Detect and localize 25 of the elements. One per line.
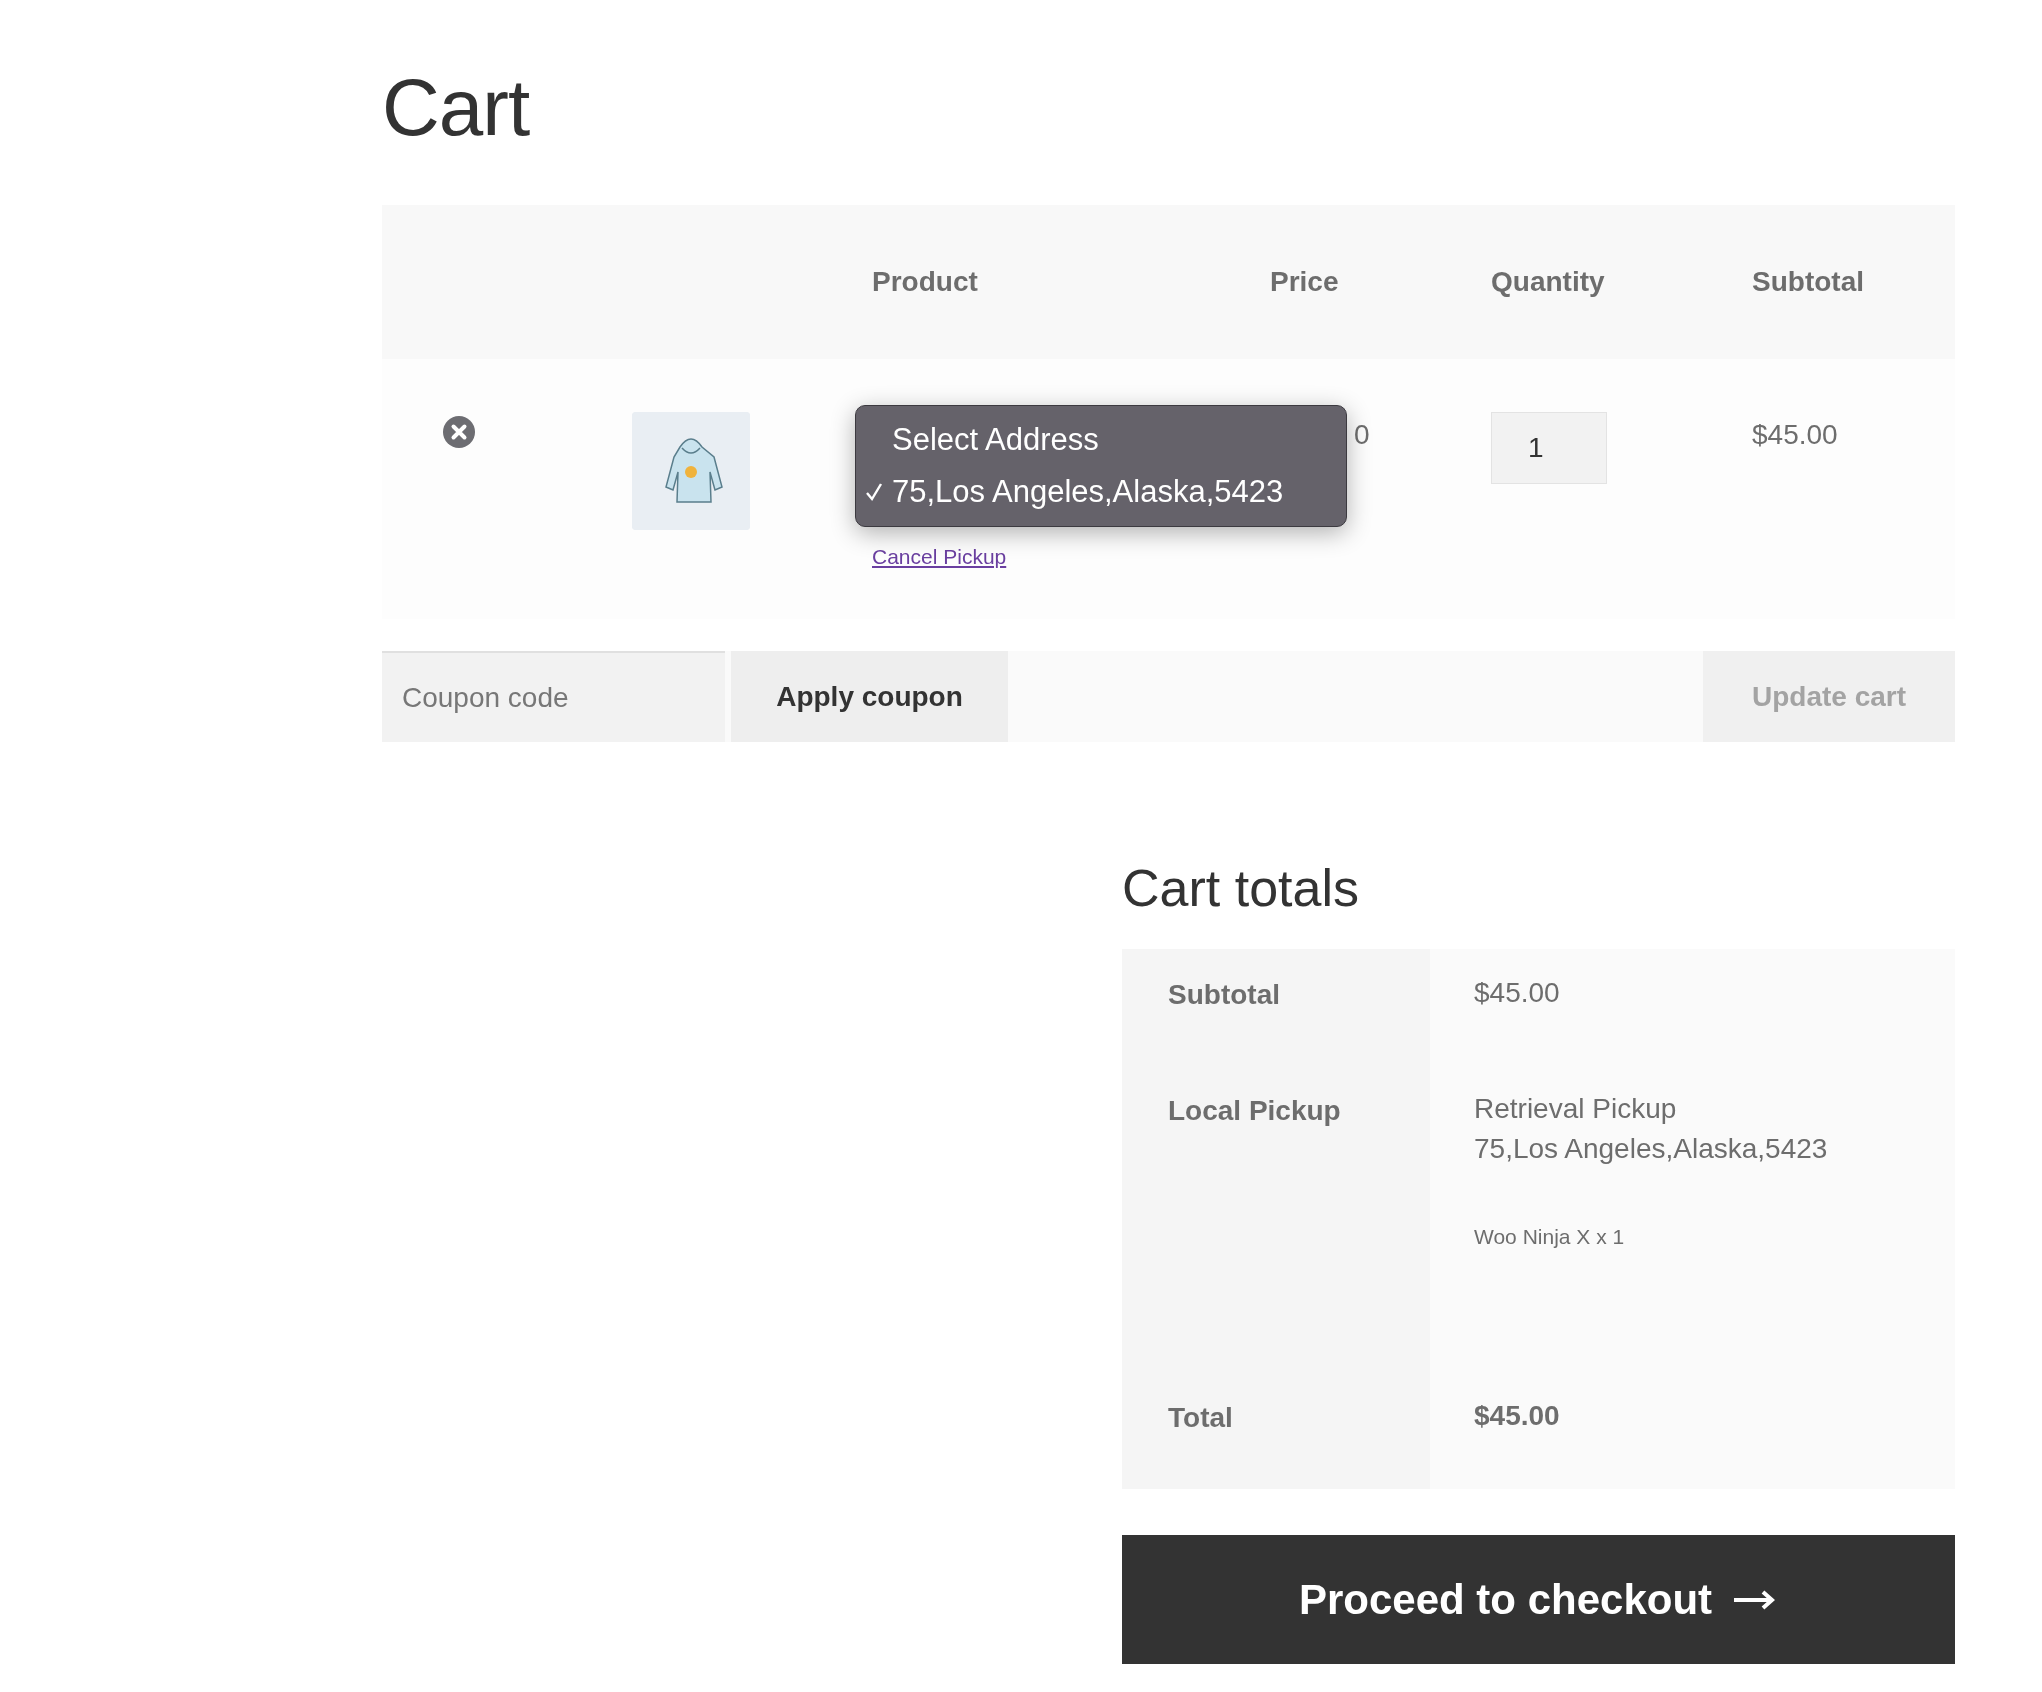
column-header: Subtotal [1752,266,1865,298]
apply-coupon-button[interactable]: Apply coupon [731,651,1008,742]
cancel-pickup-link[interactable]: Cancel Pickup [872,545,1007,569]
quantity-field[interactable]: 1 [1491,412,1607,484]
page-title: Cart [382,68,531,148]
column-header: Quantity [1491,266,1606,298]
totals-value: $45.00 [1474,976,1560,1011]
checkout-button[interactable]: Proceed to checkout [1122,1535,1955,1665]
column-header: Price [1270,266,1340,298]
address-option[interactable]: Select Address [856,414,1346,466]
totals-label: Subtotal [1168,979,1280,1011]
cart-totals-heading: Cart totals [1122,860,1360,918]
subtotal-text: $45.00 [1752,419,1838,450]
totals-label: Total [1168,1402,1233,1434]
price-text: 0 [1353,419,1370,450]
totals-label: Local Pickup [1168,1095,1341,1127]
totals-value: Retrieval Pickup [1474,1092,1677,1127]
checkmark-icon [865,482,883,502]
totals-value: 75,Los Angeles,Alaska,5423 [1474,1132,1828,1167]
address-option[interactable]: 75,Los Angeles,Alaska,5423 [856,466,1346,518]
item-note: Woo Ninja X x 1 [1474,1224,1625,1251]
coupon-code-field[interactable]: Coupon code [382,651,725,742]
column-header: Product [872,266,979,298]
totals-value: $45.00 [1474,1399,1560,1434]
remove-icon[interactable] [443,416,475,448]
